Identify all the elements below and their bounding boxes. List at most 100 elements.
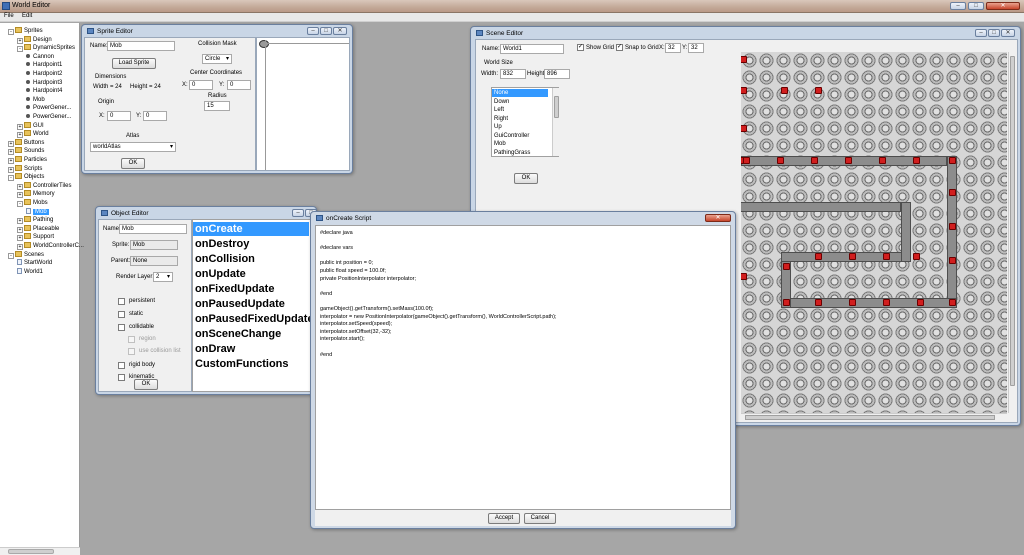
path-marker[interactable]	[845, 157, 852, 164]
path-marker[interactable]	[815, 253, 822, 260]
expand-toggle-icon[interactable]: +	[17, 37, 23, 44]
object-ok-button[interactable]: OK	[134, 379, 158, 390]
center-y-input[interactable]: 0	[227, 80, 251, 90]
collision-mask-select[interactable]: Circle	[202, 54, 232, 64]
tree-item[interactable]: + ControllerTiles	[17, 181, 71, 190]
tree-item[interactable]: + Sounds	[8, 147, 44, 156]
object-list-scrollbar[interactable]	[552, 88, 559, 156]
world-width-input[interactable]: 832	[500, 69, 526, 79]
tree-item[interactable]: Hardpoint3	[26, 79, 62, 87]
object-name-input[interactable]: Mob	[119, 224, 187, 234]
object-sprite-field[interactable]: Mob	[130, 240, 178, 250]
object-list-item[interactable]: Left	[494, 106, 504, 114]
cancel-button[interactable]: Cancel	[524, 513, 556, 524]
flag-checkbox[interactable]	[118, 298, 125, 305]
flag-checkbox[interactable]	[118, 311, 125, 318]
resource-tree[interactable]: - Sprites + Design - DynamicSprites Cannon Hard…	[0, 23, 84, 547]
tree-item[interactable]: + Pathing	[17, 216, 53, 225]
path-marker[interactable]	[815, 299, 822, 306]
expand-toggle-icon[interactable]: +	[8, 158, 14, 164]
tree-item[interactable]: - Scenes	[8, 250, 44, 259]
tree-item[interactable]: Mob	[26, 207, 49, 216]
path-marker[interactable]	[741, 125, 747, 132]
event-list[interactable]: onCreate onDestroy onCollision onUpdate onFi…	[192, 219, 314, 392]
tree-item[interactable]: - DynamicSprites	[17, 44, 75, 53]
event-item[interactable]: onCollision	[195, 252, 255, 266]
object-list-item[interactable]: GuiController	[494, 132, 529, 140]
expand-toggle-icon[interactable]: -	[17, 46, 23, 53]
path-marker[interactable]	[743, 157, 750, 164]
scene-grid-canvas[interactable]	[741, 52, 1007, 413]
flag-checkbox[interactable]	[118, 374, 125, 381]
menu-edit[interactable]: Edit	[22, 13, 32, 19]
expand-toggle-icon[interactable]: +	[17, 235, 23, 242]
tree-item[interactable]: - Objects	[8, 173, 44, 182]
path-marker[interactable]	[913, 157, 920, 164]
accept-button[interactable]: Accept	[488, 513, 520, 524]
world-height-input[interactable]: 896	[544, 69, 570, 79]
expand-toggle-icon[interactable]: +	[17, 183, 23, 190]
event-item[interactable]: onSceneChange	[195, 327, 281, 341]
tree-item[interactable]: + Particles	[8, 156, 47, 164]
flag-checkbox[interactable]	[118, 362, 125, 369]
maximize-button[interactable]: □	[968, 2, 984, 10]
tree-item[interactable]: Mob	[26, 96, 45, 104]
expand-toggle-icon[interactable]: +	[17, 123, 23, 130]
tree-item[interactable]: + Memory	[17, 190, 55, 199]
tree-item[interactable]: + Buttons	[8, 138, 44, 147]
tree-item[interactable]: + GUI	[17, 121, 44, 130]
scene-vertical-scrollbar[interactable]	[1008, 52, 1015, 413]
tree-horizontal-scrollbar[interactable]	[0, 547, 80, 555]
tree-item[interactable]: StartWorld	[17, 259, 52, 267]
event-item[interactable]: onFixedUpdate	[195, 282, 274, 296]
expand-toggle-icon[interactable]: +	[17, 132, 23, 139]
event-item[interactable]: onPausedUpdate	[195, 297, 285, 311]
path-marker[interactable]	[883, 253, 890, 260]
object-list-item[interactable]: Up	[494, 123, 502, 131]
path-marker[interactable]	[849, 299, 856, 306]
object-parent-field[interactable]: None	[130, 256, 178, 266]
tree-item[interactable]: + World	[17, 130, 49, 139]
expand-toggle-icon[interactable]: +	[17, 226, 23, 233]
close-button[interactable]: ✕	[986, 2, 1020, 10]
object-list-item[interactable]: PathingGrass	[494, 149, 530, 157]
expand-toggle-icon[interactable]: -	[8, 29, 14, 35]
path-marker[interactable]	[777, 157, 784, 164]
path-marker[interactable]	[783, 263, 790, 270]
object-list-item[interactable]: Down	[494, 98, 509, 106]
maximize-button[interactable]: □	[320, 27, 332, 35]
radius-input[interactable]: 15	[204, 101, 230, 111]
object-list-item[interactable]: Mob	[494, 140, 506, 148]
tree-item[interactable]: - Sprites	[8, 27, 43, 35]
expand-toggle-icon[interactable]: -	[8, 252, 14, 259]
minimize-button[interactable]: –	[307, 27, 319, 35]
snap-to-grid-checkbox[interactable]: ✓	[616, 44, 623, 51]
menu-file[interactable]: File	[4, 13, 14, 19]
snap-y-input[interactable]: 32	[688, 43, 704, 53]
expand-toggle-icon[interactable]: +	[8, 140, 14, 147]
expand-toggle-icon[interactable]: +	[17, 192, 23, 199]
close-button[interactable]: ✕	[333, 27, 347, 35]
tree-item[interactable]: + Placeable	[17, 224, 59, 233]
path-marker[interactable]	[949, 157, 956, 164]
load-sprite-button[interactable]: Load Sprite	[112, 58, 156, 69]
path-marker[interactable]	[949, 257, 956, 264]
atlas-select[interactable]: worldAtlas	[90, 142, 176, 152]
scene-name-input[interactable]: World1	[500, 44, 564, 54]
tree-item[interactable]: Hardpoint4	[26, 87, 62, 95]
event-item[interactable]: onCreate	[193, 222, 309, 236]
expand-toggle-icon[interactable]: +	[8, 149, 14, 156]
minimize-button[interactable]: –	[292, 209, 304, 217]
path-marker[interactable]	[917, 299, 924, 306]
tree-item[interactable]: + Scripts	[8, 164, 42, 173]
origin-x-input[interactable]: 0	[107, 111, 131, 121]
expand-toggle-icon[interactable]: -	[8, 175, 14, 182]
path-marker[interactable]	[783, 299, 790, 306]
path-marker[interactable]	[781, 87, 788, 94]
show-grid-checkbox[interactable]: ✓	[577, 44, 584, 51]
scene-horizontal-scrollbar[interactable]	[741, 413, 1007, 421]
event-item[interactable]: onUpdate	[195, 267, 246, 281]
tree-item[interactable]: Cannon	[26, 53, 54, 61]
minimize-button[interactable]: –	[975, 29, 987, 37]
center-x-input[interactable]: 0	[189, 80, 213, 90]
